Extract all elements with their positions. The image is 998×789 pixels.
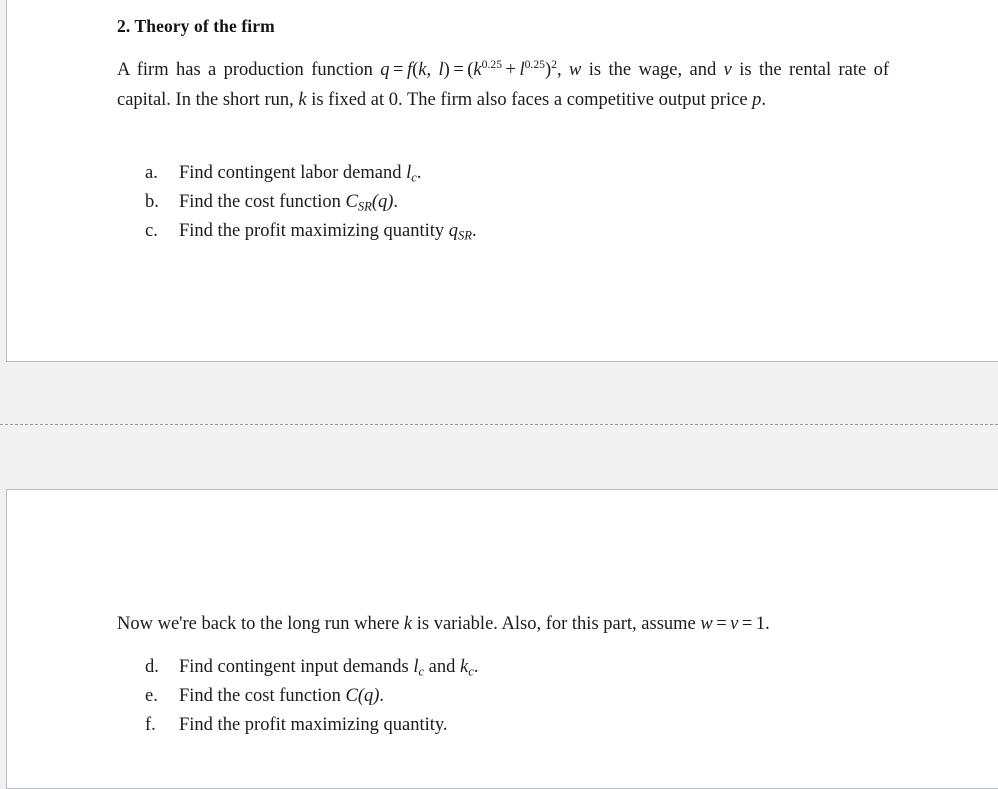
list-item-d-conjunction: and (424, 657, 461, 677)
math-C-long-run: C (345, 686, 358, 706)
math-C: C (345, 192, 358, 212)
list-marker-c: c. (145, 221, 158, 241)
math-k-fixed: k (298, 89, 307, 110)
list-marker-d: d. (145, 657, 159, 677)
list-item-f-text: Find the profit maximizing quantity. (179, 715, 448, 735)
list-item-b-text: Find the cost function (179, 192, 346, 212)
list-item-d-text: Find contingent input demands (179, 657, 414, 677)
page-title: 2. Theory of the firm (117, 16, 275, 36)
page2-text-segment-1: Now we're back to the long run where (117, 614, 404, 634)
problem-statement-paragraph: A firm has a production function q = f(k, … (117, 56, 889, 115)
list-item-c: c. Find the profit maximizing quantity qS… (117, 217, 889, 246)
paragraph-text-segment-5: is fixed at 0. The firm also faces a com… (306, 89, 753, 110)
math-k-long-run: k (403, 614, 413, 634)
pdf-viewer[interactable]: 2. Theory of the firm A firm has a produ… (0, 0, 998, 789)
list-item-a-text: Find contingent labor demand (179, 163, 407, 183)
paragraph-text-segment-2: , (556, 60, 569, 80)
list-item-b-period: . (393, 192, 399, 212)
list-marker-e: e. (145, 686, 158, 706)
math-paren-close: ) (443, 60, 450, 80)
list-item-d-period: . (473, 657, 479, 677)
math-one: 1 (755, 614, 766, 634)
list-item-e-period: . (379, 686, 385, 706)
math-v: v (723, 60, 732, 80)
math-equals-w-v: = (716, 614, 727, 634)
math-w: w (569, 60, 582, 80)
math-C-subscript: SR (357, 199, 372, 214)
math-C-arg: q (377, 192, 388, 212)
long-run-paragraph: Now we're back to the long run where k i… (117, 610, 889, 640)
list-item-e-text: Find the cost function (179, 686, 346, 706)
math-equals-v-one: = (741, 614, 753, 634)
list-marker-a: a. (145, 163, 158, 183)
paragraph-text-segment-6: . (761, 89, 767, 110)
math-k-c: k (460, 657, 469, 677)
paragraph-text-segment: A firm has a production function (117, 60, 381, 80)
math-q-sr-subscript: SR (458, 228, 472, 243)
math-equals: = (393, 60, 404, 80)
math-equals-2: = (453, 60, 464, 80)
math-l-exponent: 0.25 (524, 57, 545, 71)
page2-text-segment-3: . (765, 614, 770, 634)
list-marker-f: f. (145, 715, 156, 735)
question-list-page-2: d. Find contingent input demands lc and k… (117, 653, 889, 740)
math-k-base: k (473, 60, 482, 80)
list-item-f: f. Find the profit maximizing quantity. (117, 711, 889, 740)
list-item-d: d. Find contingent input demands lc and k… (117, 653, 889, 682)
math-comma: , (426, 60, 439, 80)
math-plus: + (505, 60, 516, 80)
list-marker-b: b. (145, 192, 159, 212)
math-w-assume: w (700, 614, 713, 634)
paragraph-text-segment-3: is the wage, and (581, 60, 724, 80)
math-q-sr: q (448, 221, 459, 241)
list-item-a: a. Find contingent labor demand lc. (117, 159, 889, 188)
list-item-c-text: Find the profit maximizing quantity (179, 221, 449, 241)
list-item-e: e. Find the cost function C(q). (117, 682, 889, 711)
list-item-b: b. Find the cost function CSR(q). (117, 188, 889, 217)
list-item-a-period: . (416, 163, 422, 183)
page2-text-segment-2: is variable. Also, for this part, assume (412, 614, 701, 634)
page-break-divider (0, 424, 998, 425)
math-q: q (380, 60, 390, 80)
list-item-c-period: . (472, 221, 477, 241)
math-k-exponent: 0.25 (481, 57, 503, 71)
question-list-page-1: a. Find contingent labor demand lc. b. Fin… (117, 159, 889, 246)
math-C-lr-arg: q (364, 686, 374, 706)
